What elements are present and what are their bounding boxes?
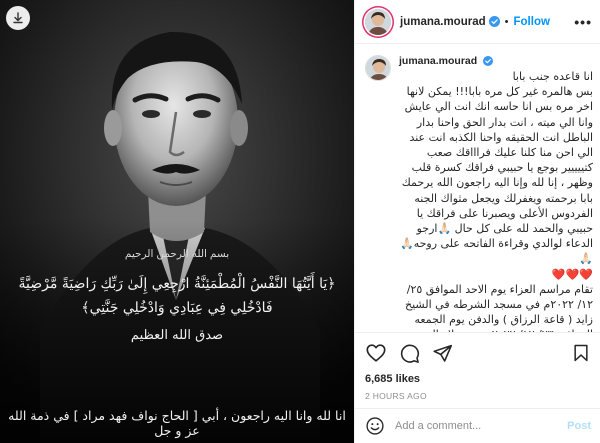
comments-area[interactable]: jumana.mourad انا قاعده جنب بابا بس هالم… <box>355 45 600 332</box>
follow-button[interactable]: Follow <box>514 16 550 28</box>
username-link[interactable]: jumana.mourad <box>400 16 486 28</box>
caption-body: jumana.mourad انا قاعده جنب بابا بس هالم… <box>399 55 593 332</box>
post-side-panel: jumana.mourad • Follow ••• jumana.mourad <box>354 0 600 443</box>
image-bottom-text: انا لله وانا اليه راجعون ، أبي [ الحاج ن… <box>8 408 346 438</box>
caption-username[interactable]: jumana.mourad <box>399 55 477 67</box>
image-basmala-text: بسم الله الرحمن الرحيم <box>124 248 230 260</box>
comment-button[interactable] <box>399 343 420 364</box>
share-button[interactable] <box>432 343 453 364</box>
emoji-button[interactable] <box>365 416 385 436</box>
heart-icon <box>366 344 386 362</box>
action-icons <box>365 341 591 365</box>
avatar-image <box>365 8 391 35</box>
post-header: jumana.mourad • Follow ••• <box>355 0 600 44</box>
post-comment-button[interactable]: Post <box>567 420 591 432</box>
caption-text: انا قاعده جنب بابا بس هالمره غير كل مره … <box>400 70 593 332</box>
more-options-icon[interactable]: ••• <box>574 14 592 30</box>
comment-icon <box>400 344 420 363</box>
emoji-icon <box>366 417 384 435</box>
portrait-photo <box>0 0 354 443</box>
image-verse-line-1: ﴿يَا أَيَّتُهَا النَّفْسُ الْمُطْمَئِنَّ… <box>18 276 336 292</box>
caption-avatar[interactable] <box>365 55 391 81</box>
post-media[interactable]: بسم الله الرحمن الرحيم ﴿يَا أَيَّتُهَا ا… <box>0 0 354 443</box>
add-comment-bar: Post <box>355 408 600 443</box>
comment-input[interactable] <box>395 420 568 432</box>
separator-dot: • <box>504 15 509 28</box>
save-button[interactable] <box>571 343 591 363</box>
like-button[interactable] <box>365 342 387 364</box>
likes-count[interactable]: 6,685 likes <box>365 373 591 385</box>
verified-badge-icon <box>483 56 494 66</box>
avatar-image <box>366 56 390 80</box>
share-icon <box>433 344 453 362</box>
download-button[interactable] <box>6 6 30 30</box>
image-closing-text: صدق الله العظيم <box>130 328 224 343</box>
caption-header: jumana.mourad <box>399 55 593 67</box>
download-icon <box>13 12 23 24</box>
verified-badge-icon <box>488 16 500 27</box>
caption-comment: jumana.mourad انا قاعده جنب بابا بس هالم… <box>365 55 593 332</box>
bookmark-icon <box>574 344 588 362</box>
post-timestamp[interactable]: 2 HOURS AGO <box>365 391 591 401</box>
avatar[interactable] <box>365 8 391 35</box>
image-verse-line-2: فَادْخُلِي فِي عِبَادِي وَادْخُلِي جَنَّ… <box>81 300 273 316</box>
post-actions: 6,685 likes 2 HOURS AGO <box>355 332 600 401</box>
